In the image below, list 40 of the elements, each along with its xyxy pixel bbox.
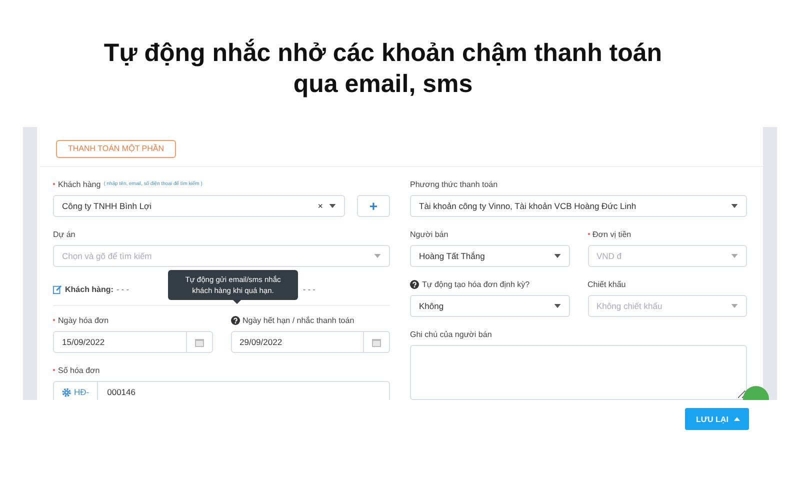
field-label: Người bán — [410, 230, 448, 238]
customer-info-label: Khách hàng: — [65, 284, 114, 294]
caret-icon — [554, 304, 560, 308]
caret-icon — [731, 254, 738, 258]
customer-select[interactable]: Công ty TNHH Bình Lợi × — [53, 195, 345, 217]
field-label: Chiết khấu — [588, 280, 626, 288]
headline: qua email, sms — [293, 69, 473, 100]
caret-icon — [329, 204, 336, 208]
date-field[interactable]: 15/09/2022 — [53, 331, 212, 353]
note-field[interactable] — [410, 345, 747, 400]
recurring-select[interactable]: Không — [410, 295, 570, 317]
edit-icon[interactable] — [53, 284, 62, 294]
calendar-icon — [194, 338, 204, 346]
field-label: Ghi chú của người bán — [410, 330, 492, 338]
field-label: Đơn vị tiền — [588, 230, 632, 238]
field-label: Tự động tạo hóa đơn định kỳ? — [422, 280, 530, 288]
field-label: Khách hàng — [53, 180, 101, 188]
payment-method-select[interactable]: Tài khoản công ty Vinno, Tài khoản VCB Hoàng Đức Linh — [410, 195, 747, 217]
field-label: Số hóa đơn — [53, 366, 100, 374]
caret-icon — [731, 204, 738, 208]
gear-icon[interactable] — [62, 388, 71, 396]
shipping-value: - - - — [303, 284, 316, 294]
field-label: Ngày hóa đơn — [53, 316, 109, 324]
field-label: Ngày hết hạn / nhắc thanh toán — [242, 316, 354, 324]
caret-icon — [374, 254, 381, 258]
field-label: Dự án — [53, 230, 76, 238]
help-icon — [230, 316, 240, 324]
caret-icon — [554, 254, 560, 258]
headline: Tự động nhắc nhở các khoản chậm thanh toán — [104, 38, 662, 69]
date-field[interactable]: 29/09/2022 — [230, 331, 390, 353]
prefix-label: HĐ- — [74, 387, 90, 397]
seller-select[interactable]: Hoàng Tất Thắng — [410, 245, 570, 267]
field-label: Phương thức thanh toán — [410, 180, 498, 188]
caret-icon — [731, 304, 738, 308]
help-icon — [410, 280, 419, 288]
customer-info-value: - - - — [116, 284, 129, 294]
caret-icon — [734, 417, 740, 421]
invoice-number-field[interactable]: HĐ- 000146 — [53, 381, 390, 400]
calendar-icon — [372, 338, 381, 346]
add-button[interactable]: + — [357, 195, 390, 217]
